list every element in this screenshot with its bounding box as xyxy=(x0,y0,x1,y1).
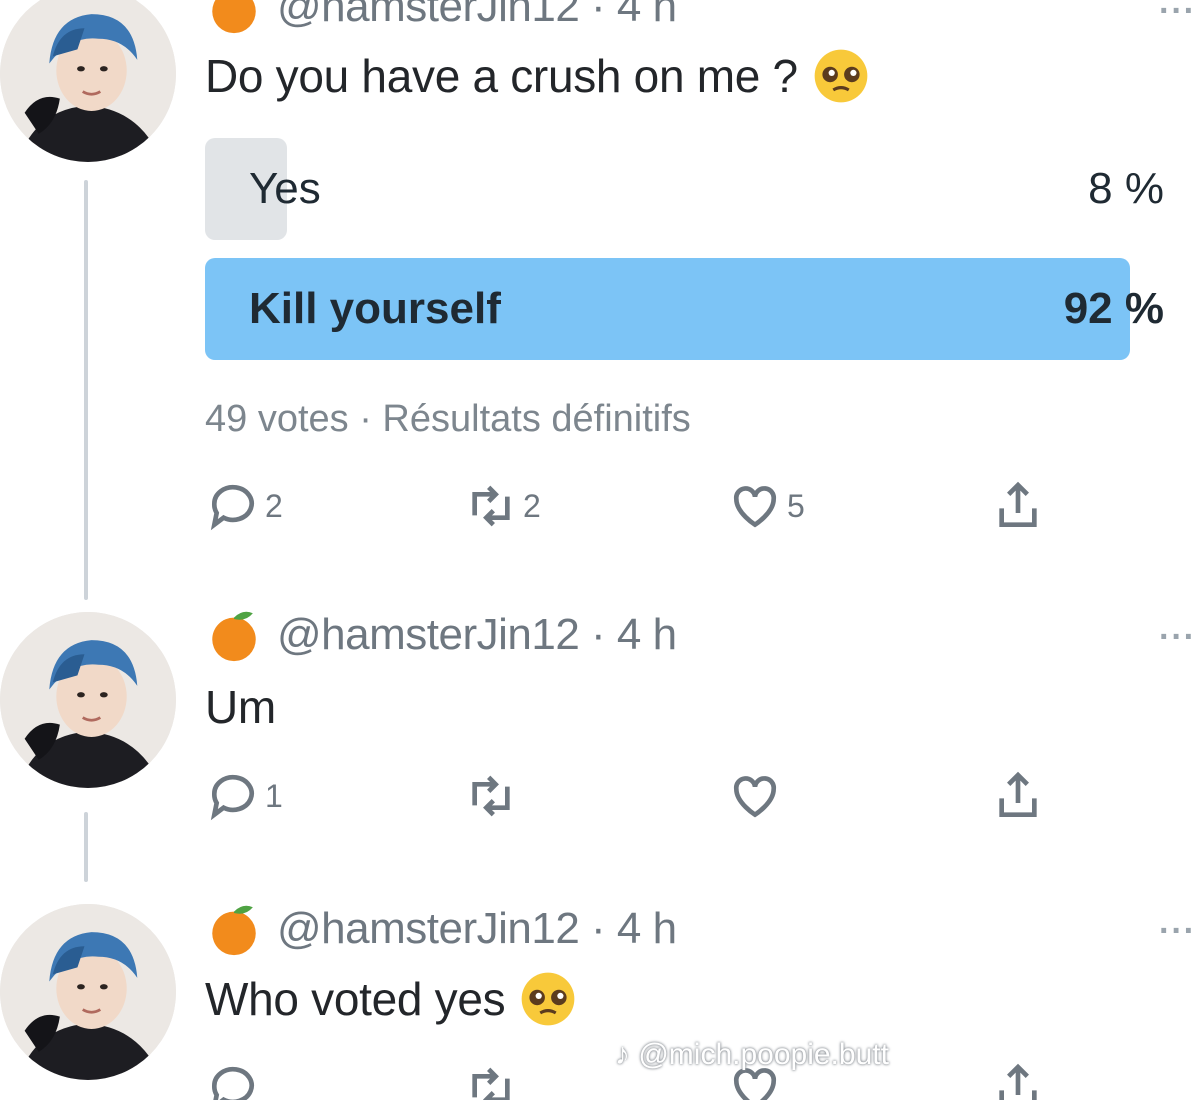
retweet-icon xyxy=(472,775,510,817)
avatar[interactable] xyxy=(0,612,176,788)
tweet-header: @hamsterJin12 · 4 h xyxy=(205,606,677,664)
handle[interactable]: @hamsterJin12 · 4 h xyxy=(277,904,677,954)
retweet-button[interactable]: 2 xyxy=(463,478,541,534)
handle[interactable]: @hamsterJin12 · 4 h xyxy=(277,0,677,32)
share-icon xyxy=(999,1063,1037,1100)
retweet-button[interactable] xyxy=(463,768,519,824)
poll-option-yes[interactable]: Yes 8 % xyxy=(205,138,1164,240)
poll-option-label: Yes xyxy=(249,164,321,213)
avatar[interactable] xyxy=(0,904,176,1080)
retweet-icon xyxy=(472,1067,510,1100)
tweet-text: Do you have a crush on me ? xyxy=(205,45,872,107)
tiktok-logo-icon: ♪ xyxy=(615,1038,630,1071)
reply-icon xyxy=(210,774,254,821)
poll-option-kill-yourself[interactable]: Kill yourself 92 % xyxy=(205,258,1164,360)
tweet-actions: 2 2 5 xyxy=(205,478,1065,538)
tweet[interactable]: @hamsterJin12 · 4 h ··· Do you have a cr… xyxy=(0,0,1200,600)
more-options-icon[interactable]: ··· xyxy=(1159,912,1196,951)
watermark: ♪ @mich.poopie.butt xyxy=(615,1038,889,1071)
handle[interactable]: @hamsterJin12 · 4 h xyxy=(277,610,677,660)
reply-button[interactable]: 1 xyxy=(205,768,283,824)
pleading-face-emoji-icon xyxy=(522,972,575,1026)
retweet-button[interactable] xyxy=(463,1060,519,1100)
poll-option-percent: 92 % xyxy=(1063,284,1164,333)
poll-summary: 49 votes · Résultats définitifs xyxy=(205,398,691,440)
tweet-text: Um xyxy=(205,681,276,733)
share-icon xyxy=(999,481,1037,527)
share-button[interactable] xyxy=(990,768,1046,824)
like-button[interactable]: 5 xyxy=(727,478,805,534)
reply-icon xyxy=(211,1066,254,1100)
tweet-text: Who voted yes xyxy=(205,968,579,1030)
reply-icon xyxy=(210,484,254,531)
more-options-icon[interactable]: ··· xyxy=(1159,0,1196,31)
share-icon xyxy=(999,771,1037,817)
like-icon xyxy=(733,776,777,818)
reply-button[interactable]: 2 xyxy=(205,478,283,534)
poll-option-percent: 8 % xyxy=(1088,164,1164,213)
tweet-header: @hamsterJin12 · 4 h xyxy=(205,900,677,958)
like-button[interactable] xyxy=(727,768,783,824)
like-icon xyxy=(733,486,777,528)
retweet-icon xyxy=(472,485,510,527)
orange-emoji-icon xyxy=(212,611,256,662)
share-button[interactable] xyxy=(990,478,1046,534)
tweet-header: @hamsterJin12 · 4 h xyxy=(205,0,677,36)
tweet[interactable]: @hamsterJin12 · 4 h ··· Who voted yes xyxy=(0,880,1200,1100)
share-button[interactable] xyxy=(990,1060,1046,1100)
tweet[interactable]: @hamsterJin12 · 4 h ··· Um 1 xyxy=(0,600,1200,880)
reply-button[interactable] xyxy=(205,1060,261,1100)
orange-emoji-icon xyxy=(212,905,256,956)
orange-emoji-icon xyxy=(212,0,256,34)
pleading-face-emoji-icon xyxy=(814,49,868,103)
avatar[interactable] xyxy=(0,0,176,162)
tweet-actions: 1 xyxy=(205,768,1065,828)
poll-option-label: Kill yourself xyxy=(249,284,501,333)
more-options-icon[interactable]: ··· xyxy=(1159,618,1196,657)
